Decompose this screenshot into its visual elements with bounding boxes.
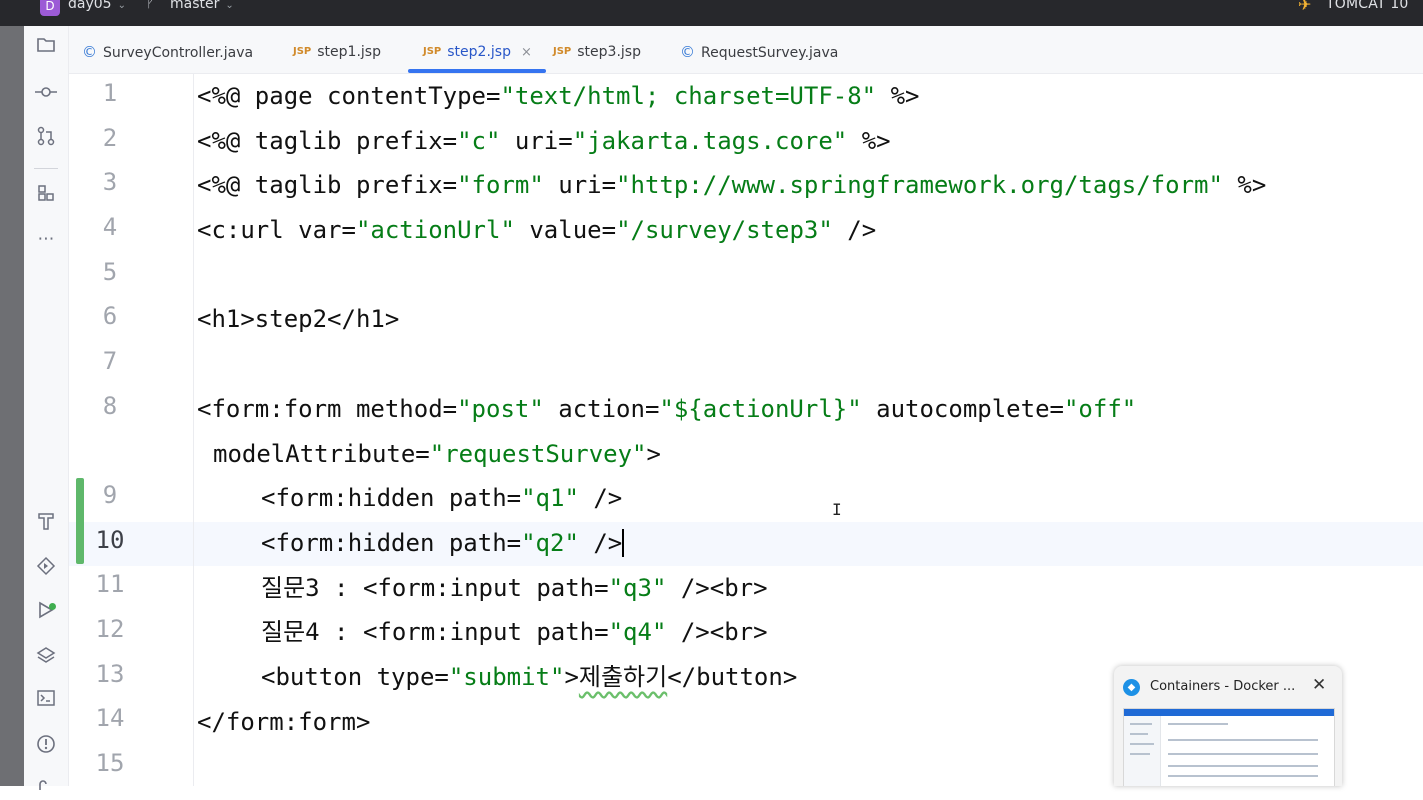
line-number: 2 — [102, 124, 118, 152]
taskbar-preview-popup[interactable]: ◆ Containers - Docker ... ✕ — [1114, 666, 1342, 786]
thumbnail-line — [1168, 775, 1318, 777]
code-line-4[interactable]: <c:url var="actionUrl" value="/survey/st… — [197, 208, 876, 252]
line-number: 9 — [102, 481, 118, 509]
tab-label: step2.jsp — [447, 44, 511, 60]
services-icon[interactable] — [33, 556, 59, 582]
close-icon[interactable]: × — [521, 45, 532, 60]
branch-name: master — [170, 0, 220, 12]
more-icon[interactable]: ⋯ — [33, 226, 59, 252]
chevron-down-icon: ⌄ — [117, 0, 126, 11]
project-badge[interactable]: D — [40, 0, 60, 16]
folder-icon[interactable] — [33, 36, 59, 62]
tab-requestsurvey-java[interactable]: © RequestSurvey.java — [680, 26, 838, 73]
project-selector[interactable]: day05 ⌄ — [68, 0, 126, 12]
window-thumbnail[interactable] — [1123, 708, 1335, 786]
jsp-icon: JSP — [553, 46, 572, 57]
code-line-3[interactable]: <%@ taglib prefix="form" uri="http://www… — [197, 163, 1266, 207]
project-name: day05 — [68, 0, 112, 12]
line-number: 1 — [102, 79, 118, 107]
thumbnail-line — [1168, 723, 1228, 725]
text-caret — [622, 529, 625, 557]
thumbnail-line — [1130, 743, 1154, 745]
line-number: 12 — [95, 615, 125, 643]
thumbnail-line — [1130, 723, 1152, 725]
pull-request-icon[interactable] — [33, 126, 59, 152]
branch-icon: ᚹ — [146, 0, 154, 11]
code-line-6[interactable]: <h1>step2</h1> — [197, 297, 399, 341]
running-indicator — [49, 603, 56, 610]
line-number: 3 — [102, 168, 118, 196]
thumbnail-header — [1124, 709, 1334, 716]
tab-step3-jsp[interactable]: JSP step3.jsp — [553, 26, 641, 73]
run-config-selector[interactable]: TOMCAT 10 — [1326, 0, 1409, 12]
tab-label: step3.jsp — [577, 44, 641, 60]
code-line-8[interactable]: <form:form method="post" action="${actio… — [197, 387, 1136, 431]
branch-selector[interactable]: master ⌄ — [170, 0, 234, 12]
thumbnail-line — [1130, 753, 1150, 755]
close-icon[interactable]: ✕ — [1312, 675, 1326, 695]
chevron-down-icon: ⌄ — [225, 0, 234, 11]
docker-icon: ◆ — [1123, 679, 1140, 696]
code-line-8-wrapped[interactable]: modelAttribute="requestSurvey"> — [213, 432, 661, 476]
line-number: 15 — [95, 749, 125, 777]
thumbnail-line — [1168, 753, 1318, 755]
tab-step1-jsp[interactable]: JSP step1.jsp — [293, 26, 381, 73]
terminal-icon[interactable] — [33, 689, 59, 715]
active-tab-indicator — [408, 69, 546, 73]
line-number: 11 — [95, 570, 125, 598]
divider — [34, 168, 58, 169]
code-line-2[interactable]: <%@ taglib prefix="c" uri="jakarta.tags.… — [197, 119, 891, 163]
tab-label: SurveyController.java — [103, 45, 254, 61]
class-icon: © — [680, 43, 695, 61]
line-number: 7 — [102, 347, 118, 375]
popup-title: Containers - Docker ... — [1150, 679, 1296, 694]
line-number: 14 — [95, 704, 125, 732]
thumbnail-sidebar — [1124, 716, 1161, 786]
thumbnail-line — [1168, 739, 1318, 741]
structure-icon[interactable] — [33, 184, 59, 210]
line-number: 4 — [102, 213, 118, 241]
line-number: 8 — [102, 392, 118, 420]
commit-icon[interactable] — [33, 81, 59, 107]
thumbnail-line — [1168, 765, 1318, 767]
thumbnail-line — [1130, 733, 1148, 735]
tab-step2-jsp[interactable]: JSP step2.jsp × — [408, 26, 546, 73]
build-icon[interactable] — [33, 511, 59, 537]
git-icon[interactable] — [33, 774, 59, 800]
code-line-13[interactable]: <button type="submit">제출하기</button> — [261, 655, 797, 699]
title-bar: D day05 ⌄ ᚹ master ⌄ ✈ TOMCAT 10 — [0, 0, 1423, 26]
code-line-11[interactable]: 질문3 : <form:input path="q3" /><br> — [261, 566, 768, 610]
code-line-12[interactable]: 질문4 : <form:input path="q4" /><br> — [261, 610, 768, 654]
tool-window-strip: ⋯ — [24, 26, 69, 790]
code-line-14[interactable]: </form:form> — [197, 700, 370, 744]
tab-label: step1.jsp — [317, 44, 381, 60]
editor-tab-bar: © SurveyController.java JSP step1.jsp JSP s… — [69, 26, 1423, 74]
tab-surveycontroller-java[interactable]: © SurveyController.java — [82, 26, 253, 73]
line-number: 5 — [102, 258, 118, 286]
layers-icon[interactable] — [33, 645, 59, 671]
jsp-icon: JSP — [293, 46, 312, 57]
problems-icon[interactable] — [33, 734, 59, 760]
mouse-ibeam-cursor: I — [832, 500, 842, 519]
desktop-edge — [0, 0, 24, 786]
code-line-10[interactable]: <form:hidden path="q2" /> — [261, 521, 625, 565]
line-number-current: 10 — [95, 526, 125, 554]
tab-label: RequestSurvey.java — [701, 45, 839, 61]
jsp-icon: JSP — [423, 46, 442, 57]
tomcat-icon: ✈ — [1298, 0, 1312, 14]
class-icon: © — [82, 43, 97, 61]
code-line-1[interactable]: <%@ page contentType="text/html; charset… — [197, 74, 919, 118]
code-line-9[interactable]: <form:hidden path="q1" /> — [261, 476, 622, 520]
line-number: 13 — [95, 660, 125, 688]
line-number: 6 — [102, 302, 118, 330]
